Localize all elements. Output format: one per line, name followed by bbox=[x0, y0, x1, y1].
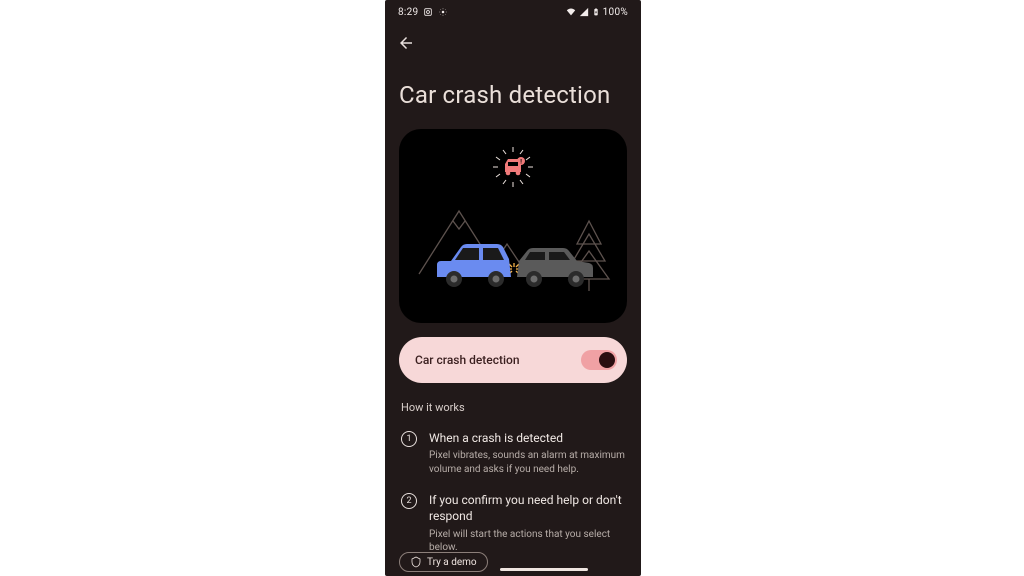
nav-handle[interactable] bbox=[500, 568, 588, 571]
step-2-number: 2 bbox=[401, 493, 417, 509]
step-1-desc: Pixel vibrates, sounds an alarm at maxim… bbox=[429, 449, 625, 476]
toggle-knob bbox=[599, 352, 615, 368]
try-demo-button[interactable]: Try a demo bbox=[399, 552, 488, 572]
demo-icon bbox=[410, 556, 422, 568]
step-1-number: 1 bbox=[401, 431, 417, 447]
status-screenshot-icon bbox=[423, 7, 433, 17]
battery-icon bbox=[592, 7, 600, 17]
blue-car bbox=[437, 244, 511, 287]
status-bar: 8:29 100% bbox=[385, 0, 641, 20]
wifi-icon bbox=[566, 7, 576, 17]
demo-label: Try a demo bbox=[427, 557, 477, 568]
page-title: Car crash detection bbox=[385, 56, 641, 119]
toggle-switch[interactable] bbox=[581, 350, 617, 370]
how-it-works-heading: How it works bbox=[385, 383, 641, 422]
step-1: 1 When a crash is detected Pixel vibrate… bbox=[385, 422, 641, 484]
detection-toggle-row[interactable]: Car crash detection bbox=[399, 337, 627, 383]
status-battery-pct: 100% bbox=[603, 7, 628, 18]
grey-car bbox=[517, 248, 593, 287]
crash-illustration: ! bbox=[399, 129, 627, 323]
back-icon[interactable] bbox=[397, 34, 415, 52]
cellular-icon bbox=[579, 7, 589, 17]
step-2-title: If you confirm you need help or don't re… bbox=[429, 492, 625, 524]
phone-frame: 8:29 100% bbox=[385, 0, 641, 576]
status-settings-icon bbox=[438, 7, 448, 17]
step-1-title: When a crash is detected bbox=[429, 430, 625, 446]
status-time: 8:29 bbox=[398, 7, 418, 18]
toggle-label: Car crash detection bbox=[415, 353, 520, 367]
